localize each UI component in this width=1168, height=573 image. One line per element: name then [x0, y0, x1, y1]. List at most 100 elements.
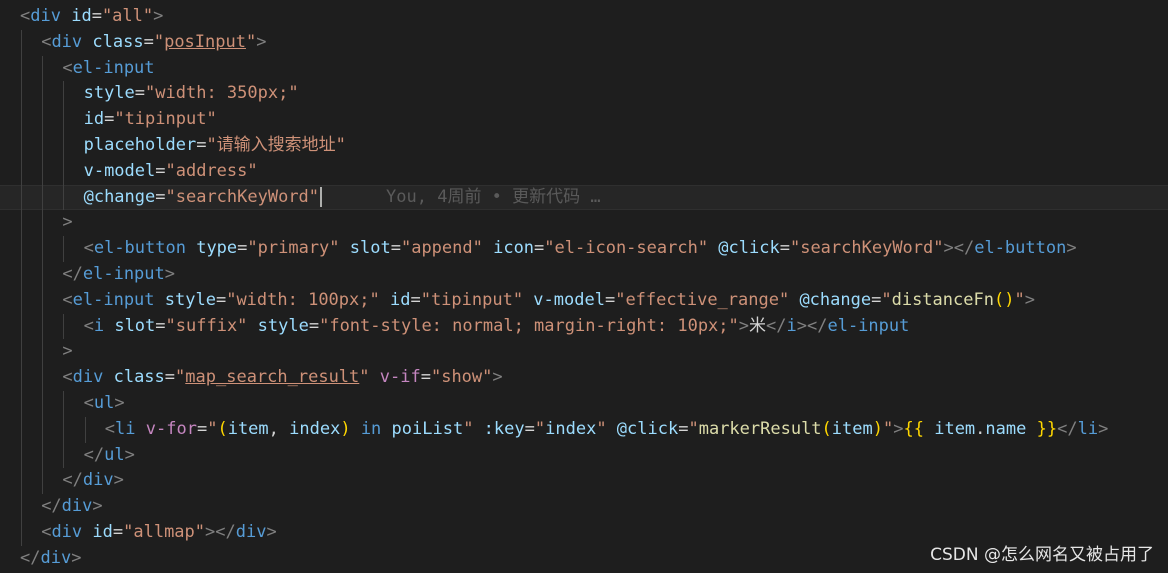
code-line[interactable]: </el-input> — [0, 262, 1168, 288]
code-token: div — [40, 547, 72, 568]
code-token: > — [92, 496, 103, 517]
indent-guide — [21, 236, 22, 262]
code-token: i — [786, 315, 797, 336]
indent-guide — [42, 339, 44, 366]
code-editor[interactable]: <div id="all"> <div class="posInput"> <el-… — [0, 0, 1168, 573]
indent-guide — [63, 133, 65, 159]
code-token: ></ — [943, 238, 975, 259]
code-token: markerResult — [698, 418, 822, 439]
code-token: id — [82, 522, 113, 542]
code-token: = — [420, 367, 431, 388]
code-line[interactable]: > — [0, 339, 1168, 366]
indent-guide — [42, 391, 44, 417]
code-token: </ — [1057, 418, 1078, 439]
indent-guide — [21, 29, 22, 56]
code-token: , — [268, 418, 290, 439]
code-token: el-input — [82, 264, 165, 284]
code-line[interactable]: <div class="posInput"> — [0, 29, 1168, 56]
code-token: = — [678, 418, 689, 439]
code-line[interactable]: <li v-for="(item, index) in poiList" :ke… — [0, 416, 1168, 443]
code-token: div — [61, 496, 93, 517]
code-line[interactable]: id="tipinput" — [0, 107, 1168, 133]
code-line[interactable]: </ul> — [0, 442, 1168, 469]
code-line[interactable]: <i slot="suffix" style="font-style: norm… — [0, 313, 1168, 340]
code-token: "show" — [430, 367, 493, 388]
code-token: > — [62, 212, 73, 233]
code-line[interactable]: @change="searchKeyWord" You, 4周前 • 更新代码 … — [0, 184, 1168, 211]
code-token: item — [227, 418, 269, 439]
code-token: normal — [452, 315, 514, 336]
code-token: " — [534, 418, 546, 439]
code-token: el-input — [72, 289, 155, 310]
code-line[interactable]: v-model="address" — [0, 158, 1168, 185]
code-token: "address" — [165, 160, 258, 181]
code-token: ></ — [796, 315, 828, 336]
indent-guide — [21, 107, 22, 133]
code-token: = — [143, 31, 154, 52]
code-token: el-input — [72, 57, 155, 78]
git-blame-annotation[interactable]: You, 4周前 • 更新代码 … — [386, 187, 601, 207]
code-text: @change="searchKeyWord" You, 4周前 • 更新代码 … — [84, 185, 601, 211]
code-token: < — [62, 289, 73, 310]
code-token: icon — [482, 238, 535, 259]
code-token: " — [688, 418, 699, 439]
code-token: @change — [789, 289, 872, 310]
code-line[interactable]: <ul> — [0, 391, 1168, 417]
code-line[interactable]: <el-input — [0, 55, 1168, 82]
code-token: = — [155, 160, 166, 181]
code-line[interactable]: > — [0, 210, 1168, 237]
code-token: = — [524, 418, 535, 439]
code-line[interactable]: </div> — [0, 468, 1168, 495]
code-token: "suffix" — [165, 315, 248, 336]
indent-guide — [21, 494, 22, 520]
code-token: < — [41, 522, 52, 542]
code-token: id — [83, 109, 105, 130]
code-token: > — [893, 418, 904, 439]
indent-guide — [21, 133, 22, 159]
code-token: index — [289, 418, 341, 439]
code-token: = — [604, 289, 616, 310]
code-token: ) — [872, 418, 883, 439]
code-line[interactable]: <el-button type="primary" slot="append" … — [0, 236, 1168, 262]
code-token: @click — [708, 238, 780, 259]
code-token: > — [738, 315, 750, 336]
code-token: > — [266, 522, 277, 542]
code-text: <div id="all"> — [20, 4, 163, 30]
code-token: ul — [93, 393, 115, 413]
code-token: i — [93, 315, 105, 336]
code-token: " — [596, 418, 607, 439]
code-token: < — [83, 238, 94, 259]
code-text: <el-input style="width: 100px;" id="tipi… — [62, 288, 1035, 314]
code-line[interactable]: <div id="all"> — [0, 4, 1168, 30]
code-token: div — [235, 522, 267, 542]
code-text: </div> — [20, 546, 81, 572]
code-text: <div id="allmap"></div> — [41, 520, 277, 546]
code-token: > — [62, 341, 73, 362]
code-token: " — [463, 418, 474, 439]
code-line[interactable]: <el-input style="width: 100px;" id="tipi… — [0, 287, 1168, 314]
code-line[interactable]: <div class="map_search_result" v-if="sho… — [0, 365, 1168, 391]
indent-guide — [42, 236, 44, 262]
code-token: div — [51, 522, 83, 542]
code-token: </ — [20, 547, 41, 568]
code-line[interactable]: </div> — [0, 494, 1168, 520]
code-token: "all" — [101, 6, 154, 26]
code-token: map_search_result — [185, 367, 360, 388]
code-text: <div class="map_search_result" v-if="sho… — [62, 365, 502, 391]
indent-guide — [21, 158, 22, 185]
code-line[interactable]: style="width: 350px;" — [0, 81, 1168, 108]
code-line[interactable]: placeholder="请输入搜索地址" — [0, 133, 1168, 159]
code-token: "allmap" — [123, 522, 206, 542]
code-text: </ul> — [84, 443, 135, 469]
code-token: = — [308, 315, 320, 336]
code-token: "primary" — [247, 238, 340, 259]
code-token: = — [155, 315, 166, 336]
code-token: v-if — [369, 367, 421, 388]
code-token: = — [237, 238, 248, 259]
code-token: el-button — [93, 238, 186, 259]
indent-guide — [21, 287, 22, 314]
code-token: < — [41, 31, 52, 52]
indent-guide — [42, 158, 44, 185]
code-token: div — [30, 6, 61, 26]
indent-guide — [63, 236, 65, 262]
